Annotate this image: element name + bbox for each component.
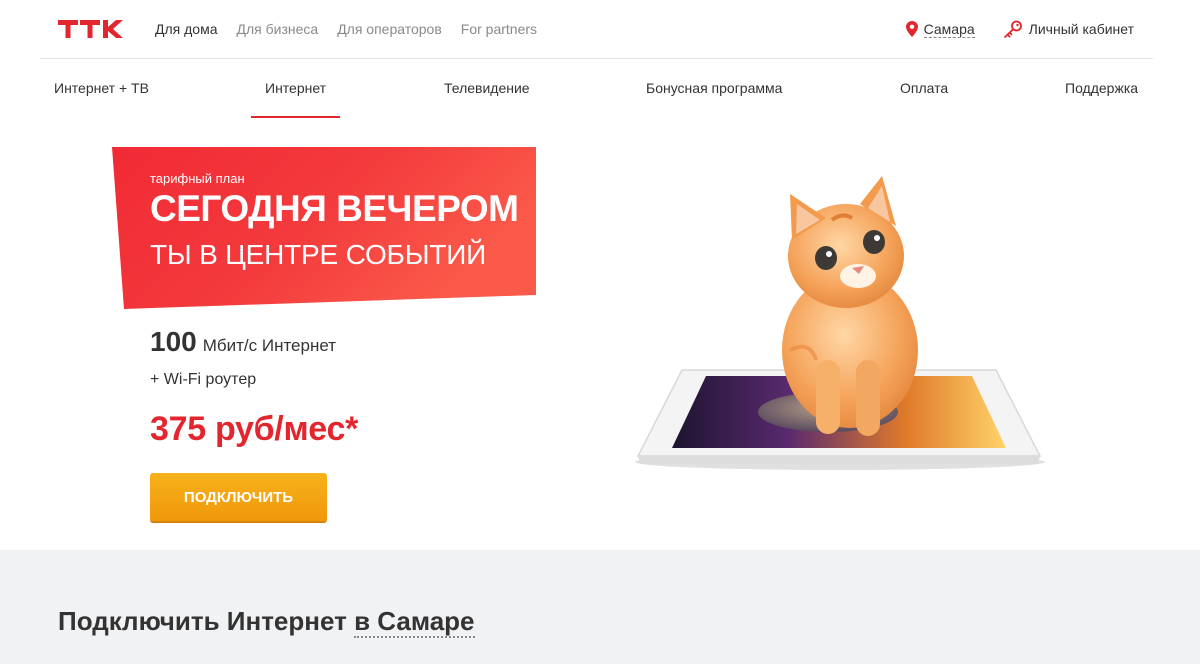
plan-label: тарифный план [150, 171, 245, 186]
segment-home[interactable]: Для дома [155, 21, 218, 37]
wifi-router-text: + Wi-Fi роутер [150, 371, 257, 388]
top-header: Для дома Для бизнеса Для операторов For … [0, 0, 1200, 58]
connect-button[interactable]: ПОДКЛЮЧИТЬ [150, 473, 327, 521]
connect-section-title: Подключить Интернет в Самаре [58, 606, 475, 638]
segment-operators[interactable]: Для операторов [337, 21, 442, 37]
key-icon [1003, 20, 1022, 38]
city-selector[interactable]: Самара [905, 20, 975, 38]
nav-item-support[interactable]: Поддержка [1065, 59, 1138, 118]
nav-item-bonus-program[interactable]: Бонусная программа [646, 59, 782, 118]
plan-title: СЕГОДНЯ ВЕЧЕРОМ [150, 188, 519, 229]
plan-subtitle: ТЫ В ЦЕНТРЕ СОБЫТИЙ [150, 239, 487, 270]
city-label: Самара [923, 20, 975, 38]
kitten-on-tablet-image [635, 176, 1045, 470]
speed-text: Мбит/с Интернет [202, 336, 337, 355]
price: 375 руб/мес* [150, 410, 359, 448]
segment-switcher: Для дома Для бизнеса Для операторов For … [155, 21, 537, 37]
segment-business[interactable]: Для бизнеса [237, 21, 319, 37]
header-actions: Самара Личный кабинет [905, 20, 1134, 38]
speed-value: 100 [150, 326, 197, 357]
ttk-logo[interactable] [58, 18, 124, 40]
location-pin-icon [905, 21, 918, 37]
main-nav: Интернет + ТВ Интернет Телевидение Бонус… [40, 59, 1153, 118]
nav-item-television[interactable]: Телевидение [444, 59, 530, 118]
connect-title-prefix: Подключить Интернет [58, 606, 355, 636]
nav-item-internet-tv[interactable]: Интернет + ТВ [54, 59, 149, 118]
speed-line: 100 Мбит/с Интернет [150, 326, 336, 358]
nav-item-payment[interactable]: Оплата [900, 59, 948, 118]
personal-cabinet-link[interactable]: Личный кабинет [1003, 20, 1134, 38]
cabinet-label: Личный кабинет [1028, 21, 1134, 37]
connect-title-city-link[interactable]: в Самаре [354, 606, 475, 638]
nav-item-internet[interactable]: Интернет [250, 59, 341, 118]
segment-partners[interactable]: For partners [461, 21, 537, 37]
